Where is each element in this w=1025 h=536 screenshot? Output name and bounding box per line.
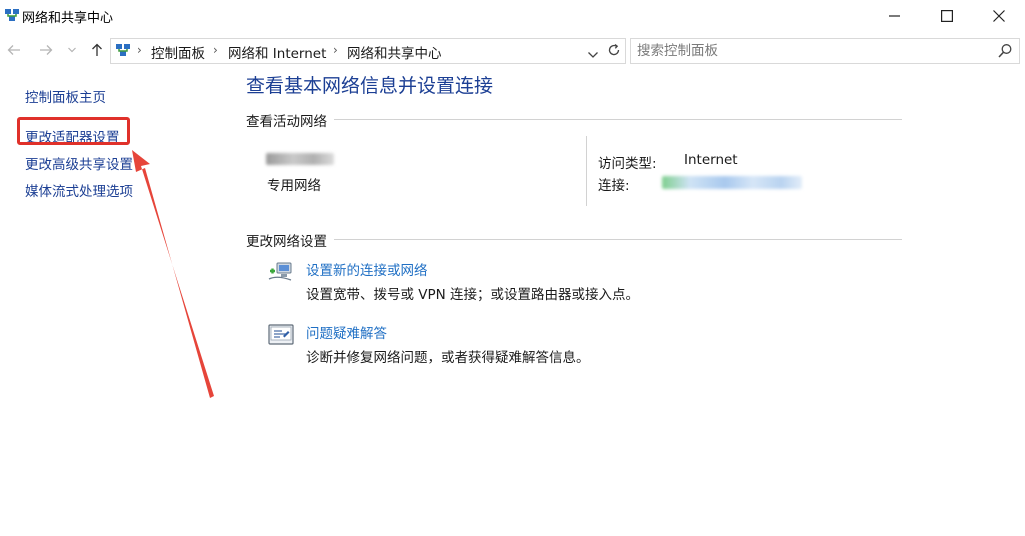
highlight-box xyxy=(17,117,130,145)
network-type-label: 专用网络 xyxy=(267,178,321,194)
sidebar-item-control-panel-home[interactable]: 控制面板主页 xyxy=(25,86,106,106)
minimize-button[interactable] xyxy=(872,0,918,31)
search-icon[interactable] xyxy=(997,43,1013,63)
setup-new-connection-description: 设置宽带、拨号或 VPN 连接；或设置路由器或接入点。 xyxy=(306,287,640,303)
network-setup-icon xyxy=(267,257,295,285)
refresh-icon[interactable] xyxy=(606,42,622,62)
access-type-label: 访问类型: xyxy=(598,156,657,172)
forward-arrow-icon[interactable] xyxy=(38,42,54,58)
address-dropdown-chevron-icon[interactable] xyxy=(587,45,599,64)
troubleshoot-icon xyxy=(267,322,295,350)
access-type-value: Internet xyxy=(684,152,738,168)
breadcrumb-network-center[interactable]: 网络和共享中心 xyxy=(347,42,442,62)
breadcrumb-separator-icon: › xyxy=(137,43,142,57)
maximize-icon xyxy=(941,9,953,22)
up-arrow-icon[interactable] xyxy=(89,42,105,58)
page-title: 查看基本网络信息并设置连接 xyxy=(246,75,494,97)
window-title: 网络和共享中心 xyxy=(22,11,114,26)
close-button[interactable] xyxy=(976,0,1022,31)
breadcrumb-network-internet[interactable]: 网络和 Internet xyxy=(228,42,326,62)
breadcrumb-control-panel[interactable]: 控制面板 xyxy=(151,42,205,62)
troubleshoot-problems-description: 诊断并修复网络问题，或者获得疑难解答信息。 xyxy=(306,350,590,366)
connection-name-redacted[interactable] xyxy=(662,176,802,189)
section-divider xyxy=(334,239,902,240)
search-box[interactable] xyxy=(630,38,1020,64)
minimize-icon xyxy=(889,10,901,22)
navigation-bar: › 控制面板 › 网络和 Internet › 网络和共享中心 xyxy=(0,36,1025,64)
sidebar-item-media-streaming-options[interactable]: 媒体流式处理选项 xyxy=(25,180,133,200)
title-bar: 网络和共享中心 xyxy=(0,0,1025,31)
change-network-settings-heading: 更改网络设置 xyxy=(246,234,327,250)
control-panel-icon xyxy=(115,42,131,58)
close-icon xyxy=(993,9,1005,22)
maximize-button[interactable] xyxy=(924,0,970,31)
breadcrumb-separator-icon: › xyxy=(333,43,338,57)
connection-label: 连接: xyxy=(598,178,630,194)
vertical-divider xyxy=(586,136,587,206)
network-name-redacted xyxy=(266,153,334,165)
search-input[interactable] xyxy=(637,42,977,60)
breadcrumb-separator-icon: › xyxy=(213,43,218,57)
active-networks-heading: 查看活动网络 xyxy=(246,114,327,130)
recent-locations-chevron-icon[interactable] xyxy=(64,42,80,58)
troubleshoot-problems-link[interactable]: 问题疑难解答 xyxy=(306,322,387,342)
annotation-arrow xyxy=(132,150,214,398)
back-arrow-icon[interactable] xyxy=(6,42,22,58)
section-divider xyxy=(334,119,902,120)
network-center-icon xyxy=(4,7,20,23)
address-bar[interactable]: › 控制面板 › 网络和 Internet › 网络和共享中心 xyxy=(110,38,626,64)
setup-new-connection-link[interactable]: 设置新的连接或网络 xyxy=(306,259,428,279)
sidebar-item-advanced-sharing-settings[interactable]: 更改高级共享设置 xyxy=(25,153,133,173)
